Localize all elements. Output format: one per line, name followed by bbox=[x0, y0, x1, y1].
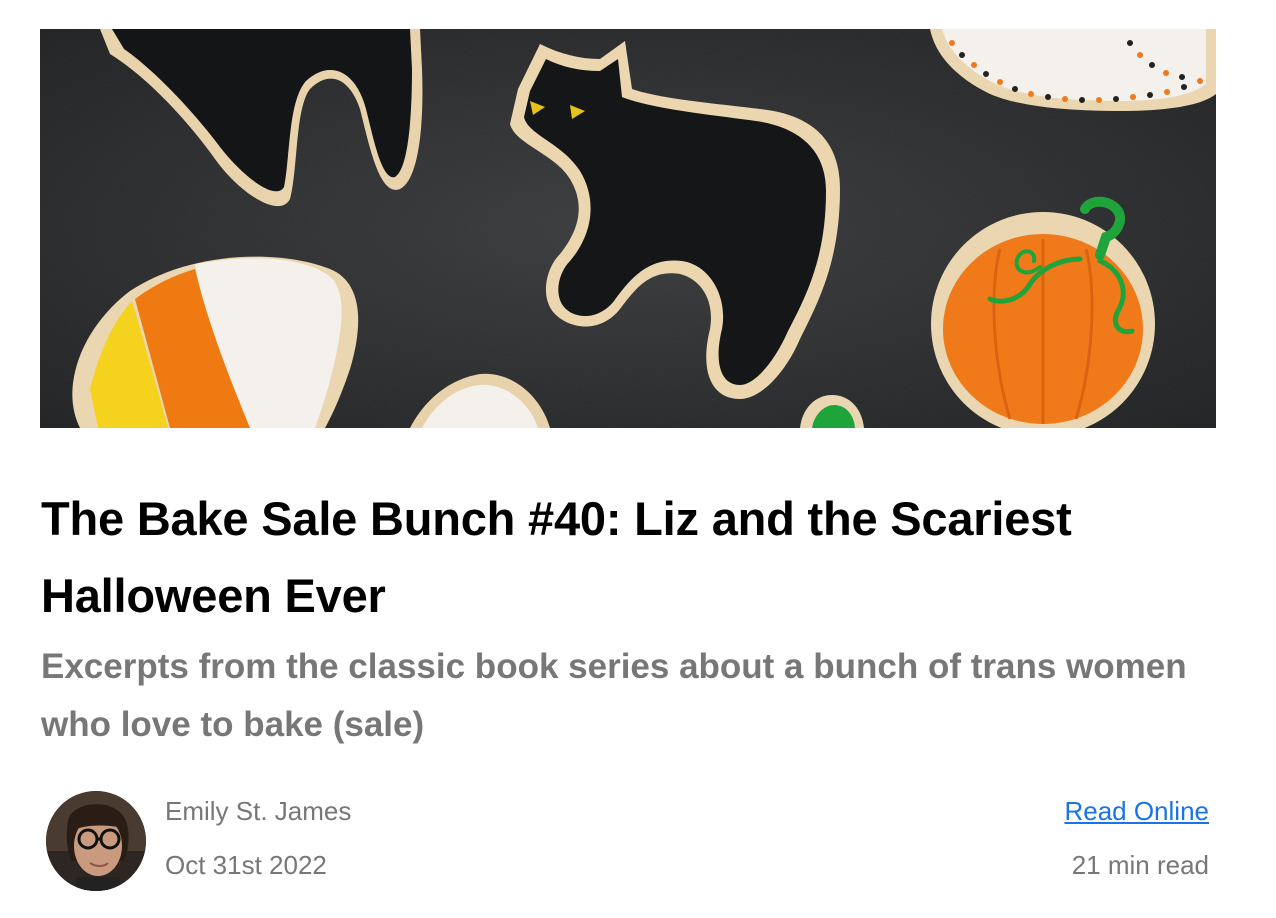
post-title: The Bake Sale Bunch #40: Liz and the Sca… bbox=[41, 492, 1072, 622]
post-date: Oct 31st 2022 bbox=[165, 850, 327, 880]
read-time: 21 min read bbox=[1071, 850, 1209, 880]
author-name: Emily St. James bbox=[165, 796, 352, 826]
read-online-link[interactable]: Read Online bbox=[1064, 795, 1209, 827]
author-avatar bbox=[46, 791, 146, 891]
hero-image bbox=[40, 29, 1216, 428]
post-subtitle: Excerpts from the classic book series ab… bbox=[41, 647, 1187, 744]
